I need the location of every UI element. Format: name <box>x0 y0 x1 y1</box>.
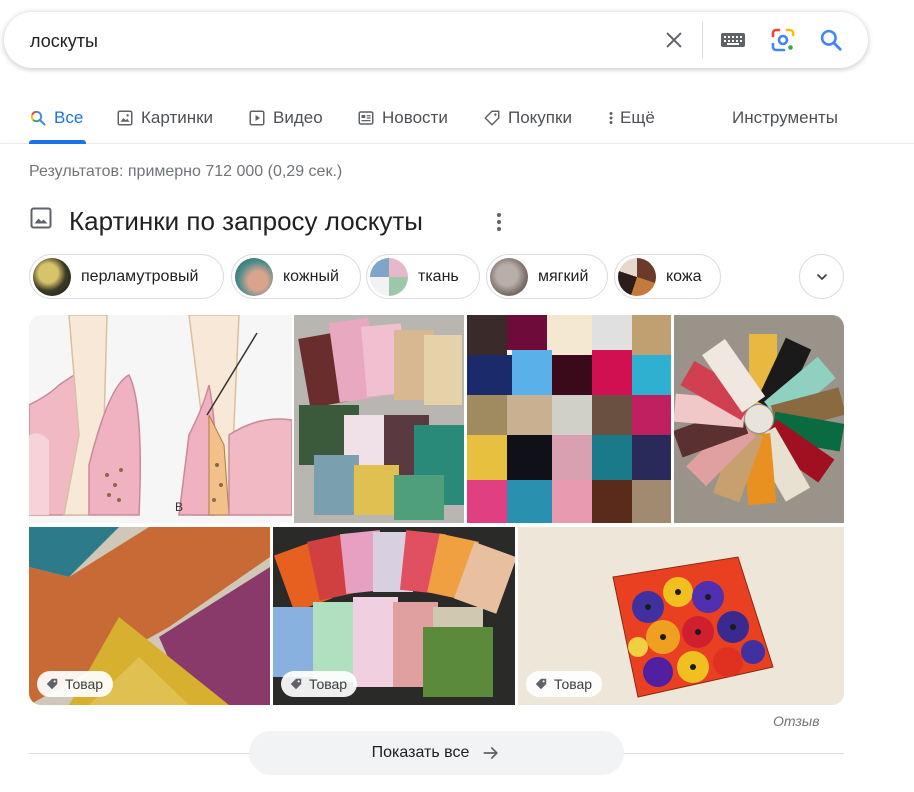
feedback-link[interactable]: Отзыв <box>773 713 820 729</box>
product-badge: Товар <box>37 671 114 697</box>
arrow-right-icon <box>483 747 499 759</box>
tab-label: Покупки <box>508 108 572 127</box>
product-badge-label: Товар <box>309 676 348 692</box>
tab-label: Ещё <box>620 108 655 127</box>
news-icon <box>358 111 374 125</box>
image-icon <box>29 206 53 235</box>
chips-next-button[interactable] <box>799 254 844 299</box>
chip-fabric[interactable]: ткань <box>366 254 480 299</box>
chip-label: перламутровый <box>81 267 199 285</box>
tools-label: Инструменты <box>732 108 839 127</box>
results-count: Результатов: примерно 712 000 (0,29 сек.… <box>29 163 343 180</box>
tag-icon <box>484 110 500 126</box>
image-result-fabric-pile[interactable] <box>294 315 464 523</box>
tab-label: Картинки <box>141 108 214 127</box>
search-bar <box>4 12 868 68</box>
search-icon <box>30 110 46 126</box>
search-divider <box>702 22 703 58</box>
fabric-pile-image <box>294 315 464 523</box>
chip-label: кожа <box>666 267 702 285</box>
chip-label: кожный <box>283 267 339 285</box>
image-result-fabric-fan[interactable] <box>674 315 844 523</box>
image-result-fabric-grid[interactable] <box>467 315 671 523</box>
gum-diagram-illustration: B <box>29 315 292 516</box>
product-badge: Товар <box>526 671 603 697</box>
chip-thumbnail <box>370 257 408 296</box>
chip-skin[interactable]: кожный <box>231 254 361 299</box>
search-tabs: Все Картинки Видео Новости Покупки Ещё И… <box>0 92 914 144</box>
show-all-label: Показать все <box>371 744 470 761</box>
tab-label: Новости <box>382 108 448 127</box>
image-result-pansy-fabric[interactable]: Товар <box>518 527 844 705</box>
chevron-down-icon <box>816 273 827 280</box>
chip-thumbnail <box>490 257 528 296</box>
more-vert-icon[interactable] <box>492 210 506 234</box>
tools-button[interactable]: Инструменты <box>732 106 838 130</box>
image-result-diagram[interactable]: B <box>29 315 292 523</box>
image-result-felt[interactable]: Товар <box>29 527 270 705</box>
tab-label: Видео <box>273 108 323 127</box>
close-icon[interactable] <box>660 26 688 54</box>
show-all-button[interactable]: Показать все <box>249 731 624 775</box>
chip-leather[interactable]: кожа <box>614 254 721 299</box>
play-icon <box>249 110 265 126</box>
chip-label: ткань <box>418 267 459 285</box>
product-badge: Товар <box>281 671 358 697</box>
tab-images[interactable]: Картинки <box>116 106 213 130</box>
tab-video[interactable]: Видео <box>248 106 323 130</box>
chip-thumbnail <box>33 257 71 296</box>
chip-thumbnail <box>618 257 656 296</box>
chip-soft[interactable]: мягкий <box>486 254 608 299</box>
image-icon <box>117 110 133 126</box>
product-badge-label: Товар <box>554 676 593 692</box>
tag-icon <box>290 678 302 690</box>
image-result-fabric-squares[interactable]: Товар <box>273 527 515 705</box>
chip-thumbnail <box>235 257 273 296</box>
lens-icon[interactable] <box>769 26 797 54</box>
tab-label: Все <box>54 108 84 127</box>
active-tab-indicator <box>29 140 86 144</box>
tab-shopping[interactable]: Покупки <box>483 106 572 130</box>
tag-icon <box>535 678 547 690</box>
diagram-label: B <box>175 500 183 514</box>
tab-news[interactable]: Новости <box>357 106 448 130</box>
search-input[interactable] <box>30 28 630 54</box>
chip-pearl[interactable]: перламутровый <box>29 254 224 299</box>
more-vert-icon <box>609 112 613 124</box>
search-icon[interactable] <box>817 26 845 54</box>
keyboard-icon[interactable] <box>719 26 747 54</box>
tab-more[interactable]: Ещё <box>606 106 655 130</box>
tab-all[interactable]: Все <box>29 106 83 130</box>
images-section-title: Картинки по запросу лоскуты <box>69 206 423 236</box>
product-badge-label: Товар <box>65 676 104 692</box>
fabric-fan-image <box>674 334 844 506</box>
fabric-grid-image <box>467 315 671 523</box>
chip-label: мягкий <box>538 267 589 285</box>
tag-icon <box>46 678 58 690</box>
